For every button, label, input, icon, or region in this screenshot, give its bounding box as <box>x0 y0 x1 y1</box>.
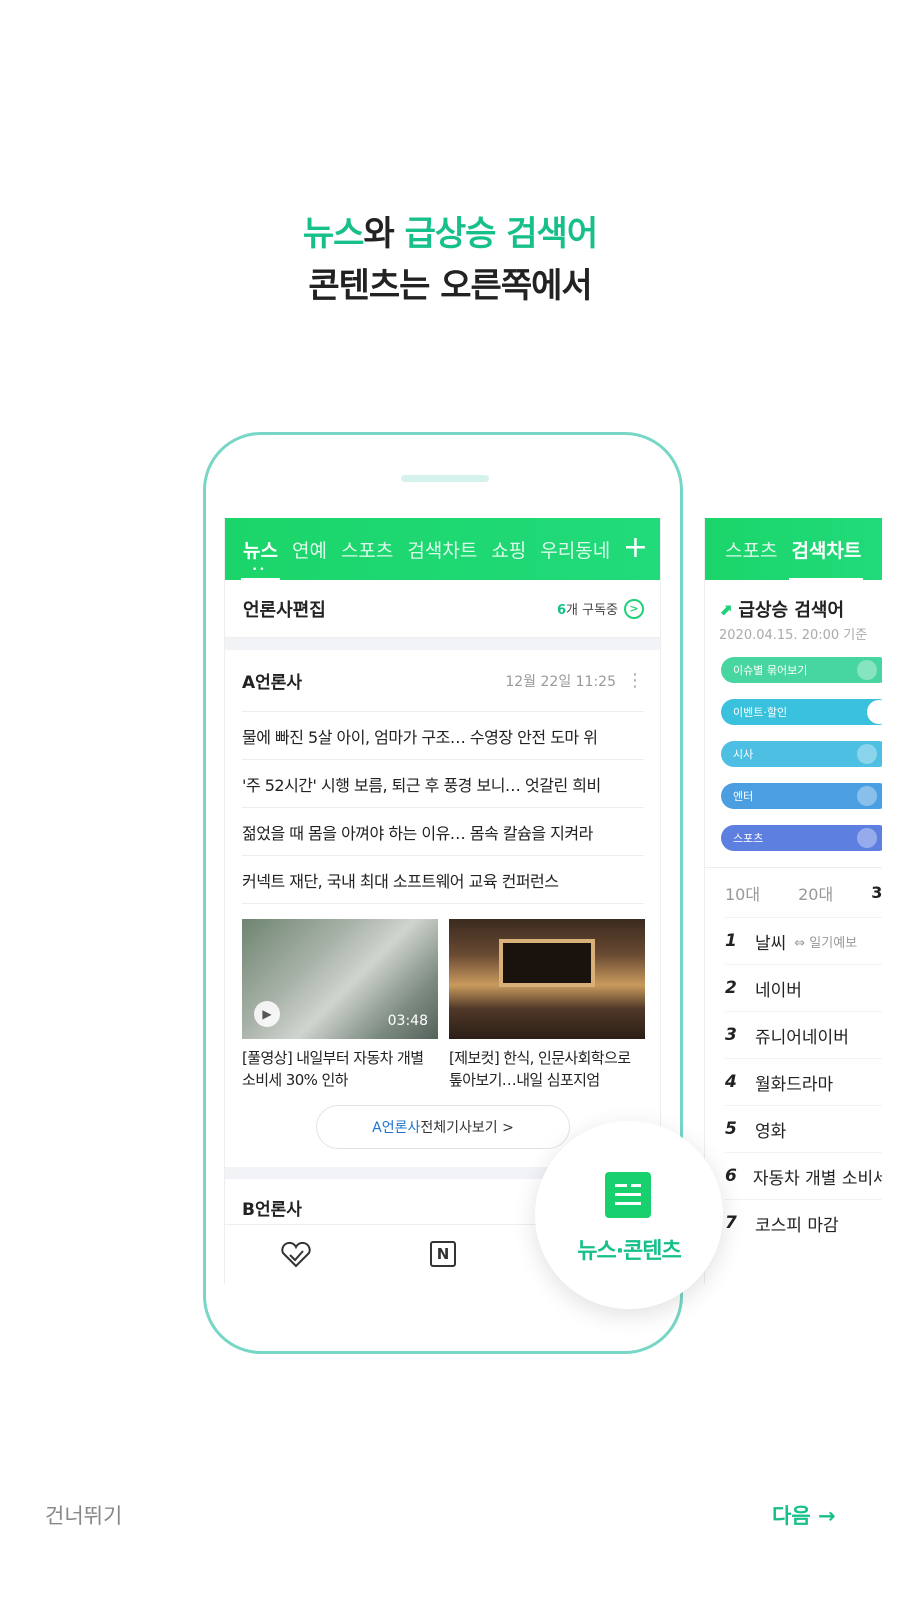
video-duration: 03:48 <box>387 1013 428 1029</box>
rank-item[interactable]: 1 날씨 ⇔ 일기예보 <box>725 917 882 964</box>
chart-top-nav: 스포츠 검색차트 <box>705 518 882 581</box>
press-edit-bar: 언론사편집 6개 구독중 > <box>225 580 660 638</box>
tab-sports[interactable]: 스포츠 <box>341 536 393 563</box>
rank-term: 네이버 <box>755 980 802 1001</box>
rank-number: 1 <box>725 931 737 951</box>
rank-number: 2 <box>725 978 737 998</box>
rank-item[interactable]: 6 자동차 개별 소비세 <box>725 1152 882 1199</box>
chevron-right-icon[interactable]: > <box>624 598 644 619</box>
rank-item[interactable]: 7 코스피 마감 <box>725 1199 882 1246</box>
category-toggle[interactable]: 시사 <box>721 741 882 767</box>
tab-age-20[interactable]: 20대 <box>798 881 833 905</box>
category-toggle[interactable]: 엔터 <box>721 783 882 809</box>
rank-item[interactable]: 3 쥬니어네이버 <box>725 1011 882 1058</box>
tab-entertainment[interactable]: 연예 <box>292 536 327 563</box>
category-toggles: 이슈별 묶어보기이벤트·할인시사엔터스포츠 <box>705 643 882 851</box>
photo-thumbnail-image[interactable] <box>449 919 645 1039</box>
rank-item[interactable]: 5 영화 <box>725 1105 882 1152</box>
naver-n-icon[interactable]: N <box>430 1241 456 1267</box>
thumbnail-row: ▶ 03:48 [풀영상] 내일부터 자동차 개별 소비세 30% 인하 [제보… <box>242 919 645 1091</box>
rising-search-date: 2020.04.15. 20:00 기준 <box>719 628 868 643</box>
rank-term: 날씨 <box>755 933 787 954</box>
category-toggle[interactable]: 이슈별 묶어보기 <box>721 657 882 683</box>
tab-sports[interactable]: 스포츠 <box>725 536 777 563</box>
photo-thumbnail-card[interactable]: [제보컷] 한식, 인문사회학으로 톺아보기…내일 심포지엄 <box>449 919 645 1091</box>
rank-list: 1 날씨 ⇔ 일기예보 2 네이버 3 쥬니어네이버 4 월화드라마 5 영화 6 자동차 개별 소비세… <box>705 917 882 1246</box>
news-list-icon <box>605 1172 651 1218</box>
trending-icon: ⬈ <box>719 599 733 619</box>
next-button[interactable]: 다음 → <box>772 1500 836 1530</box>
toggle-label: 엔터 <box>733 790 754 803</box>
news-top-nav: 뉴스 연예 스포츠 검색차트 쇼핑 우리동네 •• + <box>225 518 660 581</box>
news-headline[interactable]: 젊었을 때 몸을 아껴야 하는 이유… 몸속 칼슘을 지켜라 <box>242 808 644 856</box>
rank-term: 쥬니어네이버 <box>755 1027 849 1048</box>
rank-number: 7 <box>725 1213 737 1233</box>
rank-related-term: ⇔ 일기예보 <box>794 935 858 951</box>
press-name[interactable]: B언론사 <box>242 1195 302 1220</box>
subscribe-icon[interactable] <box>279 1241 313 1273</box>
bubble-label: 뉴스·콘텐츠 <box>577 1239 682 1264</box>
press-time: 12월 22일 11:25 <box>505 673 616 690</box>
rank-number: 5 <box>725 1119 737 1139</box>
tab-shopping[interactable]: 쇼핑 <box>491 536 526 563</box>
headline-line1: 뉴스와 급상승 검색어 <box>302 214 598 254</box>
rank-term: 자동차 개별 소비세 <box>752 1168 882 1189</box>
toggle-label: 이슈별 묶어보기 <box>733 664 808 677</box>
more-icon[interactable]: ⋮ <box>626 671 644 690</box>
rank-number: 6 <box>725 1166 737 1186</box>
rising-search-title: 급상승 검색어 <box>738 600 845 621</box>
add-tab-button[interactable]: + <box>623 530 648 565</box>
rank-term: 영화 <box>755 1121 787 1142</box>
press-edit-title: 언론사편집 <box>243 599 326 621</box>
tab-news[interactable]: 뉴스 <box>241 536 280 581</box>
rank-number: 3 <box>725 1025 737 1045</box>
rank-number: 4 <box>725 1072 737 1092</box>
tab-neighborhood[interactable]: 우리동네 <box>540 536 610 563</box>
rank-term: 월화드라마 <box>755 1074 834 1095</box>
news-content-bubble[interactable]: 뉴스·콘텐츠 <box>535 1121 723 1309</box>
tab-dots: •• <box>252 565 267 575</box>
category-toggle[interactable]: 이벤트·할인 <box>721 699 882 725</box>
play-icon[interactable]: ▶ <box>254 1001 280 1027</box>
skip-button[interactable]: 건너뛰기 <box>45 1500 122 1530</box>
headline: 뉴스와 급상승 검색어 콘텐츠는 오른쪽에서 <box>0 208 900 312</box>
subscribe-count[interactable]: 6개 구독중 > <box>557 598 644 619</box>
toggle-knob[interactable] <box>857 660 877 680</box>
thumbnail-caption[interactable]: [제보컷] 한식, 인문사회학으로 톺아보기…내일 심포지엄 <box>449 1047 645 1091</box>
press-header: A언론사 12월 22일 11:25 ⋮ <box>242 650 644 712</box>
toggle-label: 시사 <box>733 748 754 761</box>
press-name[interactable]: A언론사 <box>242 668 302 693</box>
toggle-knob[interactable] <box>857 828 877 848</box>
auditorium-stage <box>499 939 595 987</box>
tab-search-chart[interactable]: 검색차트 <box>789 536 864 581</box>
tab-age-30[interactable]: 30 <box>871 883 882 902</box>
thumbnail-caption[interactable]: [풀영상] 내일부터 자동차 개별 소비세 30% 인하 <box>242 1047 438 1091</box>
toggle-knob[interactable] <box>867 700 882 724</box>
rising-search-header: ⬈ 급상승 검색어 2020.04.15. 20:00 기준 <box>705 580 882 644</box>
toggle-knob[interactable] <box>857 786 877 806</box>
news-headline[interactable]: '주 52시간' 시행 보름, 퇴근 후 풍경 보니… 엇갈린 희비 <box>242 760 644 808</box>
toggle-knob[interactable] <box>857 744 877 764</box>
press-card-a: A언론사 12월 22일 11:25 ⋮ 물에 빠진 5살 아이, 엄마가 구조… <box>225 650 660 1149</box>
video-thumbnail-image[interactable]: ▶ 03:48 <box>242 919 438 1039</box>
news-headline[interactable]: 물에 빠진 5살 아이, 엄마가 구조… 수영장 안전 도마 위 <box>242 712 644 760</box>
tab-search-chart[interactable]: 검색차트 <box>407 536 477 563</box>
toggle-label: 스포츠 <box>733 832 764 845</box>
news-headline[interactable]: 커넥트 재단, 국내 최대 소프트웨어 교육 컨퍼런스 <box>242 856 644 904</box>
age-tabs: 10대 20대 30 <box>705 867 882 917</box>
rank-item[interactable]: 4 월화드라마 <box>725 1058 882 1105</box>
category-toggle[interactable]: 스포츠 <box>721 825 882 851</box>
headline-line2: 콘텐츠는 오른쪽에서 <box>308 266 592 306</box>
phone-speaker <box>401 475 489 482</box>
toggle-label: 이벤트·할인 <box>733 706 788 719</box>
rank-item[interactable]: 2 네이버 <box>725 964 882 1011</box>
section-divider <box>225 638 660 650</box>
search-chart-screen: 스포츠 검색차트 ⬈ 급상승 검색어 2020.04.15. 20:00 기준 이… <box>704 518 882 1284</box>
tab-age-10[interactable]: 10대 <box>725 881 760 905</box>
rank-term: 코스피 마감 <box>755 1215 839 1236</box>
video-thumbnail-card[interactable]: ▶ 03:48 [풀영상] 내일부터 자동차 개별 소비세 30% 인하 <box>242 919 438 1091</box>
all-articles-button[interactable]: A언론사 전체기사보기 > <box>316 1105 570 1149</box>
